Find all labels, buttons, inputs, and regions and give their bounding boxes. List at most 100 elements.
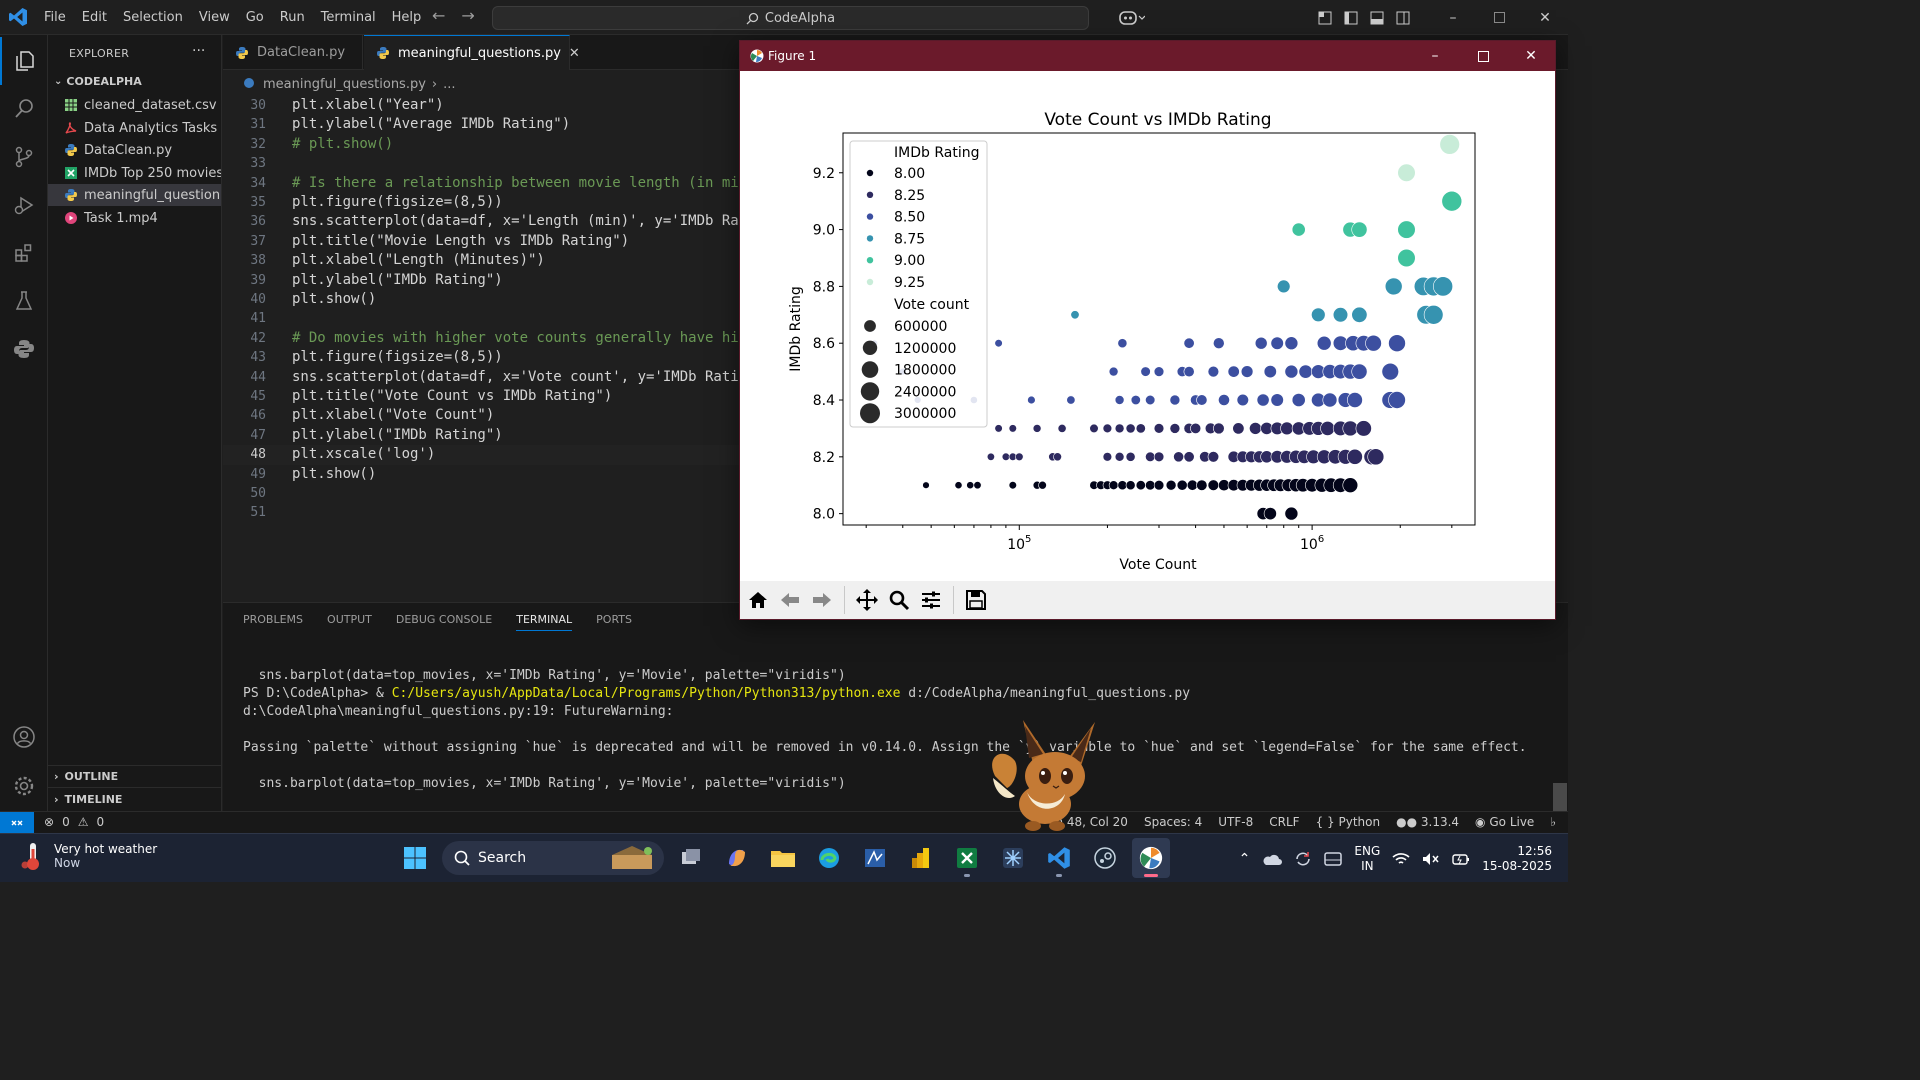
pen-tablet-icon[interactable] [1324,851,1343,867]
sync-icon[interactable] [1294,850,1312,868]
weather-widget[interactable]: Very hot weather Now [20,841,157,871]
minimize-icon[interactable]: – [1430,0,1476,35]
file-item[interactable]: Data Analytics Tasks ... [48,117,221,139]
code-line[interactable]: 35 plt.figure(figsize=(8,5)) [223,193,739,212]
toggle-secondary-sidebar-icon[interactable] [1390,0,1416,35]
close-icon[interactable]: ✕ [1508,41,1554,71]
tab-output[interactable]: OUTPUT [327,613,372,631]
code-line[interactable]: 39 plt.ylabel("IMDb Rating") [223,271,739,290]
encoding[interactable]: UTF-8 [1218,815,1253,829]
remote-icon[interactable] [0,812,34,834]
onedrive-cloud-icon[interactable] [1262,852,1283,866]
menu-help[interactable]: Help [384,0,430,35]
tab-meaningful-questions[interactable]: meaningful_questions.py ✕ [364,35,580,70]
breadcrumb-more[interactable]: ... [443,77,455,92]
vscode-app-icon[interactable] [1040,838,1078,878]
wifi-icon[interactable] [1392,852,1410,866]
explorer-icon[interactable] [0,37,48,85]
file-item[interactable]: DataClean.py [48,139,221,161]
language-mode[interactable]: { } Python [1316,815,1381,829]
code-line[interactable]: 43 plt.figure(figsize=(8,5)) [223,348,739,367]
menu-edit[interactable]: Edit [74,0,115,35]
code-line[interactable]: 46 plt.xlabel("Vote Count") [223,406,739,425]
code-line[interactable]: 50 [223,484,739,503]
code-line[interactable]: 49 plt.show() [223,465,739,484]
close-tab-icon[interactable]: ✕ [569,46,580,61]
outline-section[interactable]: › OUTLINE [54,770,118,783]
home-icon[interactable] [744,586,772,614]
run-debug-icon[interactable] [0,181,48,229]
back-arrow-icon[interactable]: ← [432,6,445,25]
testing-flask-icon[interactable] [0,277,48,325]
code-line[interactable]: 30 plt.xlabel("Year") [223,96,739,115]
code-line[interactable]: 34 # Is there a relationship between movi… [223,174,739,193]
code-line[interactable]: 51 [223,503,739,522]
extensions-icon[interactable] [0,229,48,277]
tab-terminal[interactable]: TERMINAL [516,613,573,631]
toggle-primary-sidebar-icon[interactable] [1338,0,1364,35]
file-item-selected[interactable]: meaningful_question... [48,184,221,206]
maximize-icon[interactable] [1476,0,1522,35]
menu-go[interactable]: Go [238,0,272,35]
snipping-app-icon[interactable] [856,838,894,878]
zoom-magnifier-icon[interactable] [885,586,913,614]
code-line[interactable]: 33 [223,154,739,173]
code-line[interactable]: 42 # Do movies with higher vote counts ge… [223,329,739,348]
code-editor[interactable]: 30 plt.xlabel("Year") 31 plt.ylabel("Averag… [223,96,739,601]
volume-muted-icon[interactable] [1422,852,1440,866]
file-item[interactable]: IMDb Top 250 movies... [48,162,221,184]
folder-codealpha[interactable]: ⌄ CODEALPHA [54,75,142,88]
excel-icon[interactable] [948,838,986,878]
customize-layout-icon[interactable] [1312,0,1338,35]
python-icon[interactable] [0,325,48,373]
code-line[interactable]: 47 plt.ylabel("IMDb Rating") [223,426,739,445]
code-line[interactable]: 44 sns.scatterplot(data=df, x='Vote count… [223,368,739,387]
code-line[interactable]: 32 # plt.show() [223,135,739,154]
settings-gear-icon[interactable] [0,762,48,810]
menu-run[interactable]: Run [272,0,313,35]
indentation[interactable]: Spaces: 4 [1144,815,1202,829]
steam-icon[interactable] [1086,838,1124,878]
code-line[interactable]: 31 plt.ylabel("Average IMDb Rating") [223,115,739,134]
clock[interactable]: 12:56 15-08-2025 [1482,844,1552,874]
maximize-icon[interactable] [1460,41,1506,71]
file-explorer-icon[interactable] [764,838,802,878]
copilot-app-icon[interactable] [718,838,756,878]
tab-dataclean[interactable]: DataClean.py [223,35,363,70]
code-line[interactable]: 36 sns.scatterplot(data=df, x='Length (mi… [223,212,739,231]
go-live[interactable]: ◉ Go Live [1475,815,1534,829]
desktop-pet-mascot[interactable] [985,716,1107,834]
code-line[interactable]: 48 plt.xscale('log') [223,445,739,465]
edge-browser-icon[interactable] [810,838,848,878]
code-line[interactable]: 38 plt.xlabel("Length (Minutes)") [223,251,739,270]
problems-summary[interactable]: ⊗ 0 ⚠ 0 [44,815,104,829]
toggle-panel-icon[interactable] [1364,0,1390,35]
menu-file[interactable]: File [36,0,74,35]
terminal-output[interactable]: sns.barplot(data=top_movies, x='IMDb Rat… [243,667,1563,793]
back-arrow-icon[interactable] [776,586,804,614]
search-icon[interactable] [0,85,48,133]
code-line[interactable]: 37 plt.title("Movie Length vs IMDb Rating… [223,232,739,251]
input-language[interactable]: ENG IN [1354,844,1380,874]
source-control-icon[interactable] [0,133,48,181]
menu-view[interactable]: View [191,0,238,35]
power-bi-icon[interactable] [902,838,940,878]
chevron-up-icon[interactable]: ⌃ [1239,851,1251,867]
code-line[interactable]: 40 plt.show() [223,290,739,309]
forward-arrow-icon[interactable]: → [461,6,474,25]
file-item[interactable]: Task 1.mp4 [48,207,221,229]
accounts-icon[interactable] [0,713,48,761]
scatter-chart[interactable]: Vote Count vs IMDb Rating 8.08.28.48.68.… [740,71,1555,581]
save-figure-icon[interactable] [962,586,990,614]
minimize-icon[interactable]: – [1412,41,1458,71]
task-view-icon[interactable] [672,838,710,878]
line-ending[interactable]: CRLF [1269,815,1299,829]
breadcrumb-file[interactable]: meaningful_questions.py [263,77,426,92]
more-actions-icon[interactable]: ··· [192,43,205,59]
tab-problems[interactable]: PROBLEMS [243,613,303,631]
battery-charging-icon[interactable] [1452,852,1470,866]
command-center[interactable]: CodeAlpha [492,6,1089,30]
tab-ports[interactable]: PORTS [596,613,632,631]
notifications-bell-icon[interactable]: ♭ [1550,815,1556,829]
windows-start-icon[interactable] [396,838,434,878]
